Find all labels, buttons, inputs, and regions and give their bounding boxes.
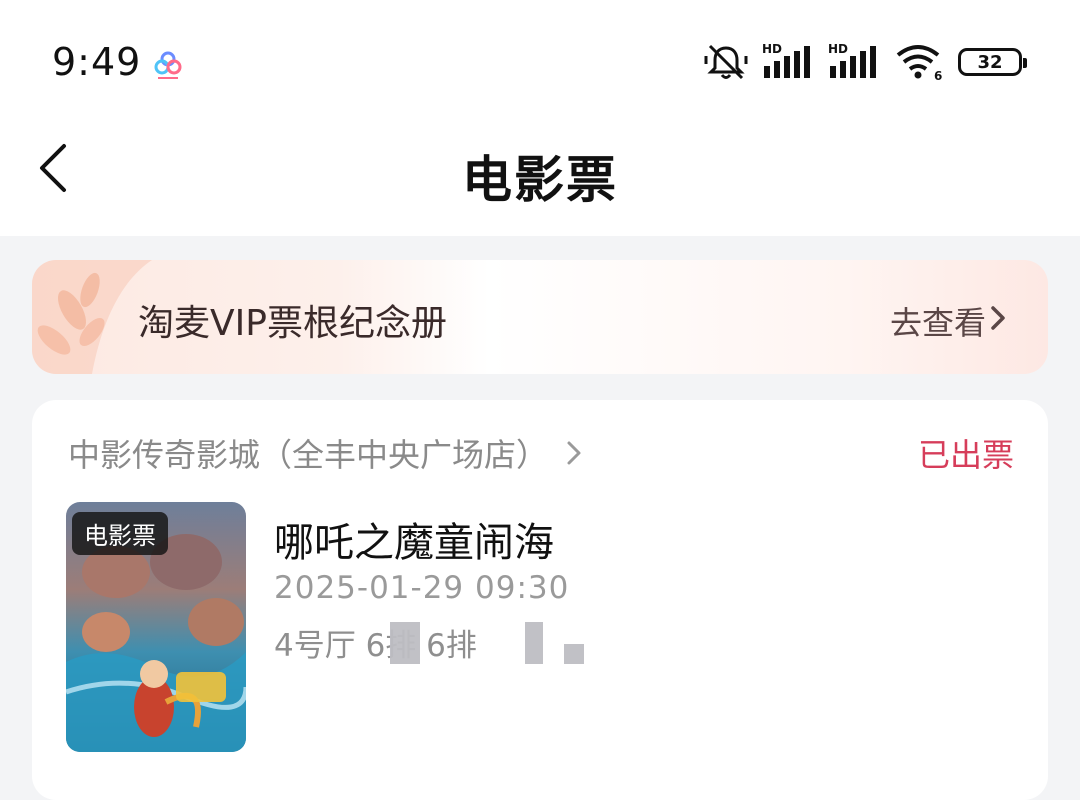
movie-title: 哪吒之魔童闹海	[274, 520, 554, 566]
status-time: 9:49	[52, 40, 142, 84]
header: 9:49 HD HD 6 32 电影票	[0, 0, 1080, 236]
status-icons: HD HD 6 32	[704, 42, 1027, 82]
ticket-order-card[interactable]: 中影传奇影城（全丰中央广场店） 已出票 电影票 哪吒之魔童闹海 2025-01-…	[32, 400, 1048, 800]
poster-tag: 电影票	[72, 512, 168, 555]
mute-bell-icon	[704, 44, 748, 80]
banner-title: 淘麦VIP票根纪念册	[138, 303, 447, 344]
app-cloud-icon	[154, 51, 182, 79]
wifi-badge: 6	[934, 69, 942, 81]
status-bar: 9:49 HD HD 6 32	[0, 0, 1080, 120]
vip-ticket-album-banner[interactable]: 淘麦VIP票根纪念册 去查看	[32, 260, 1048, 374]
wheat-icon	[32, 260, 152, 374]
chevron-right-icon	[991, 306, 1005, 330]
cinema-name: 中影传奇影城（全丰中央广场店）	[68, 436, 549, 474]
view-link[interactable]: 去查看	[890, 298, 986, 344]
movie-poster[interactable]: 电影票	[66, 502, 246, 752]
cinema-link[interactable]: 中影传奇影城（全丰中央广场店）	[68, 430, 582, 476]
show-datetime: 2025-01-29 09:30	[274, 570, 570, 606]
redaction-block	[564, 644, 584, 664]
signal-icon: HD	[828, 42, 880, 80]
redaction-block	[390, 622, 420, 664]
wifi-icon: 6	[896, 45, 942, 81]
signal-icon: HD	[762, 42, 814, 80]
hall-seat: 4号厅 6排 6排	[274, 628, 477, 664]
page-title: 电影票	[462, 151, 618, 209]
redaction-block	[525, 622, 543, 664]
order-status-badge: 已出票	[917, 436, 1014, 474]
chevron-right-icon	[567, 441, 581, 465]
battery-icon: 32	[958, 48, 1027, 76]
